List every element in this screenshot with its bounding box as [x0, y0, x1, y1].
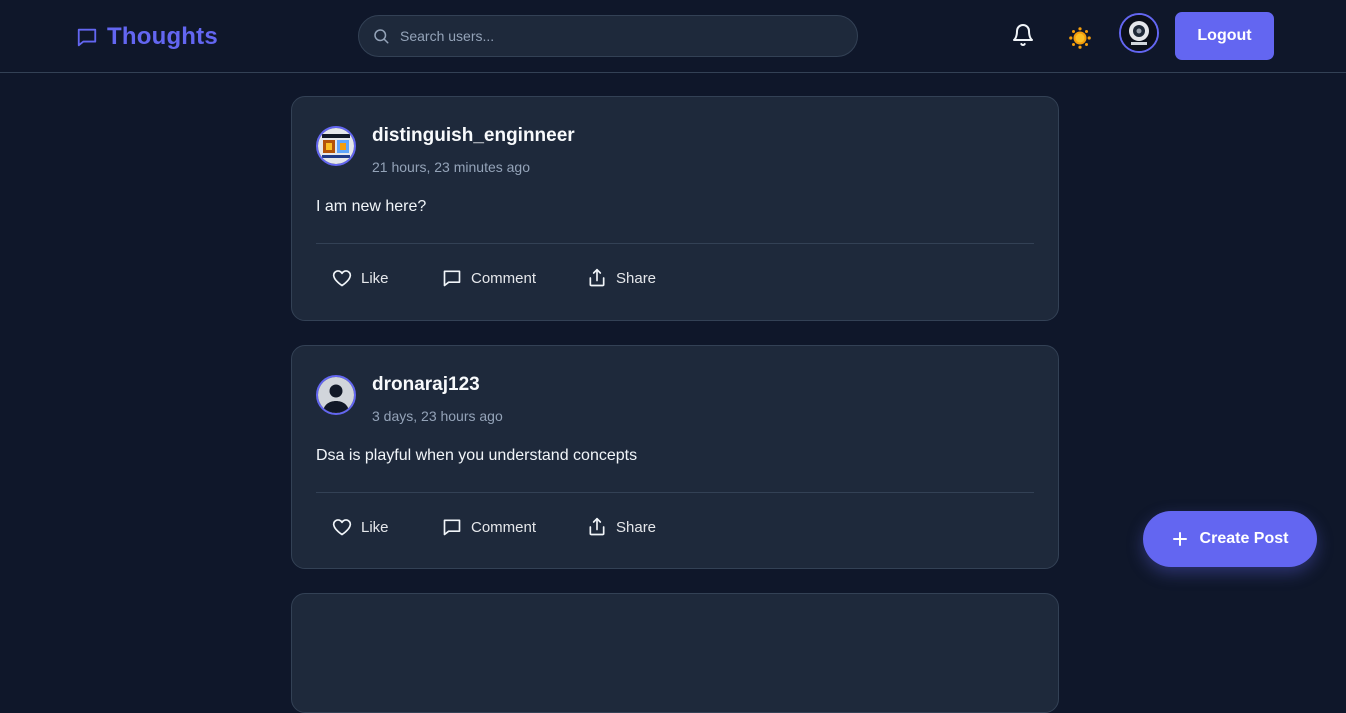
- top-navbar: Thoughts Logout: [0, 0, 1346, 73]
- bell-icon: [1013, 24, 1033, 46]
- heart-icon: [332, 270, 352, 287]
- post-timestamp: 3 days, 23 hours ago: [372, 408, 503, 424]
- plus-icon: [1172, 532, 1187, 546]
- post-author-avatar[interactable]: [316, 126, 356, 166]
- create-post-button[interactable]: Create Post: [1143, 511, 1317, 567]
- post-author-avatar[interactable]: [316, 375, 356, 415]
- post-card-partial: [291, 593, 1059, 713]
- post-divider: [316, 243, 1034, 244]
- share-label: Share: [616, 269, 657, 287]
- notifications-button[interactable]: [1010, 22, 1036, 48]
- search-bar: [358, 15, 858, 57]
- comment-icon: [443, 519, 461, 536]
- post-card: dronaraj123 3 days, 23 hours ago Dsa is …: [291, 345, 1059, 569]
- like-label: Like: [361, 518, 389, 536]
- post-username[interactable]: distinguish_enginneer: [372, 125, 575, 147]
- post-card: distinguish_enginneer 21 hours, 23 minut…: [291, 96, 1059, 321]
- brand-name: Thoughts: [107, 23, 218, 50]
- search-input[interactable]: [400, 28, 820, 44]
- post-content: Dsa is playful when you understand conce…: [316, 447, 638, 464]
- theme-toggle-button[interactable]: [1068, 26, 1092, 50]
- share-button[interactable]: Share: [587, 506, 656, 548]
- post-username[interactable]: dronaraj123: [372, 374, 480, 396]
- like-label: Like: [361, 269, 389, 287]
- comment-button[interactable]: Comment: [442, 506, 536, 548]
- sun-icon: [1069, 27, 1091, 49]
- heart-icon: [332, 519, 352, 536]
- comment-button[interactable]: Comment: [442, 257, 536, 299]
- share-icon: [589, 517, 605, 536]
- user-photo-avatar: [1121, 15, 1157, 51]
- comment-label: Comment: [471, 269, 537, 287]
- comment-label: Comment: [471, 518, 537, 536]
- default-avatar-icon: [318, 377, 354, 413]
- like-button[interactable]: Like: [332, 257, 389, 299]
- create-post-label: Create Post: [1199, 530, 1289, 547]
- post-timestamp: 21 hours, 23 minutes ago: [372, 159, 530, 175]
- post-divider: [316, 492, 1034, 493]
- share-icon: [589, 268, 605, 287]
- user-avatar-button[interactable]: [1119, 13, 1159, 53]
- search-icon: [374, 29, 389, 44]
- brand-logo-link[interactable]: Thoughts: [76, 22, 218, 52]
- post-content: I am new here?: [316, 198, 427, 215]
- message-square-icon: [77, 28, 97, 47]
- share-button[interactable]: Share: [587, 257, 656, 299]
- photo-avatar: [318, 128, 354, 164]
- like-button[interactable]: Like: [332, 506, 389, 548]
- logout-button[interactable]: Logout: [1175, 12, 1274, 60]
- comment-icon: [443, 270, 461, 287]
- share-label: Share: [616, 518, 657, 536]
